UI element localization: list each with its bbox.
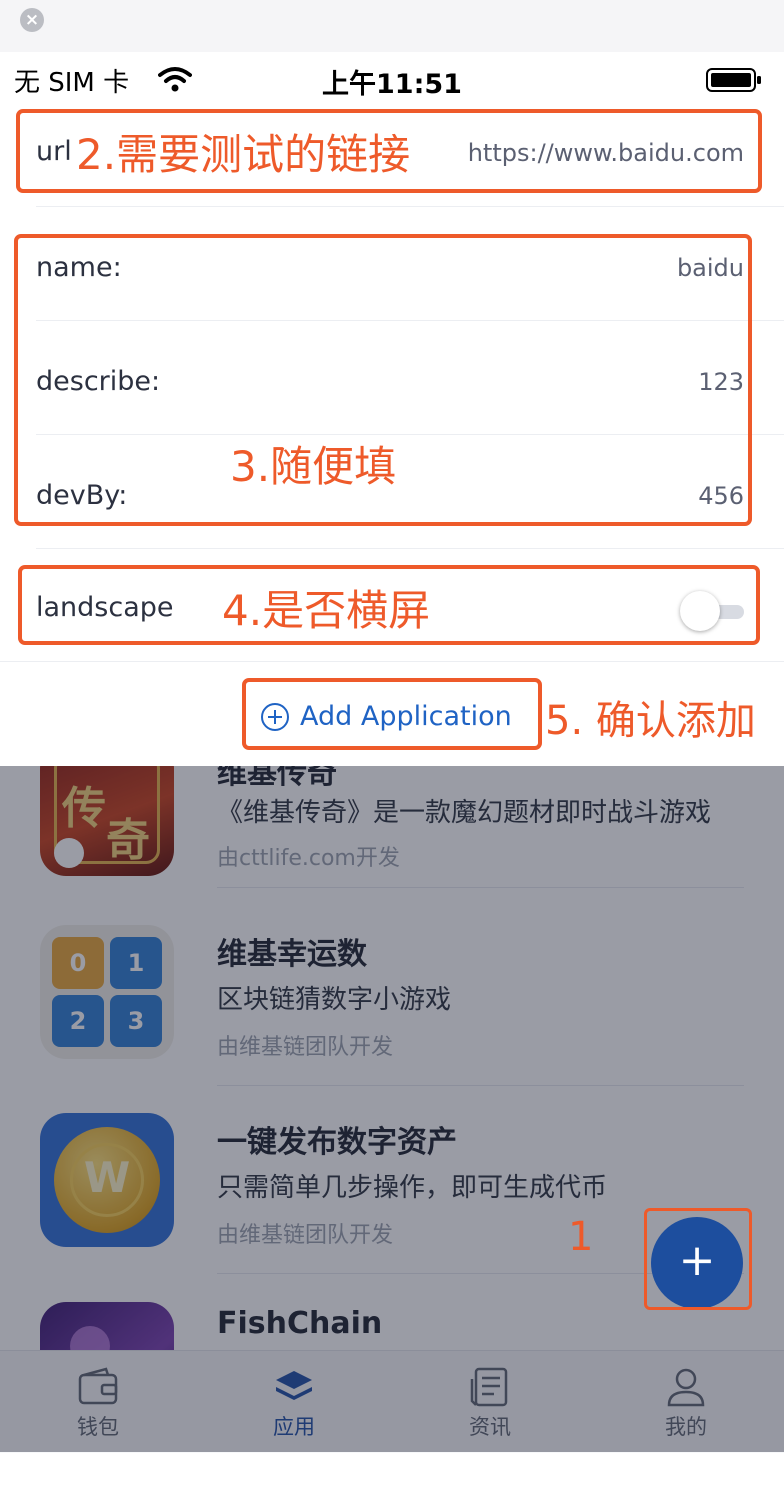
divider <box>36 548 784 549</box>
close-button[interactable]: × <box>20 8 44 32</box>
annotation-step-2: 2.需要测试的链接 <box>76 130 411 179</box>
modal-backdrop[interactable] <box>0 766 784 1452</box>
add-application-sheet: × 无 SIM 卡 上午11:51 url https://www.baidu.… <box>0 0 784 766</box>
annotation-step-4: 4.是否横屏 <box>222 586 431 635</box>
sheet-top-bar: × <box>0 0 784 52</box>
status-bar: 无 SIM 卡 上午11:51 <box>0 52 784 108</box>
annotation-step-5: 5. 确认添加 <box>545 698 756 744</box>
annotation-box-5 <box>242 678 542 750</box>
annotation-step-3: 3.随便填 <box>230 442 397 491</box>
battery-icon <box>706 68 761 92</box>
divider <box>0 661 784 662</box>
status-time: 上午11:51 <box>322 69 462 100</box>
divider <box>36 206 784 207</box>
annotation-box-1 <box>644 1208 752 1310</box>
annotation-step-1: 1 <box>568 1214 594 1260</box>
